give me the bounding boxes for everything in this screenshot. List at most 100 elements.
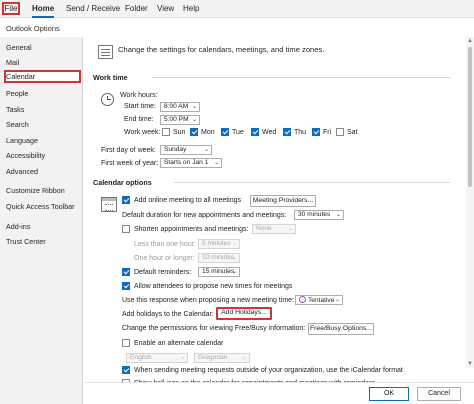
tab-folder[interactable]: Folder [125,3,148,15]
default-duration-select[interactable]: 30 minutes ⌄ [294,210,344,220]
less-than-hour-select[interactable]: 5 minutes ⌄ [198,239,240,249]
shorten-checkbox[interactable] [122,225,130,233]
start-time-value: 8:00 AM [164,103,189,110]
less-than-hour-value: 5 minutes [202,240,231,247]
nav-item-general[interactable]: General [6,41,82,54]
day-label-mon: Mon [201,129,215,136]
alt-calendar-select[interactable]: Gregorian ⌄ [194,353,250,363]
online-meeting-label: Add online meeting to all meetings [134,197,242,204]
shorten-value: None [256,225,272,232]
nav-item-tasks[interactable]: Tasks [6,103,82,116]
default-reminders-select[interactable]: 15 minutes ⌄ [198,267,240,277]
chevron-down-icon: ⌄ [231,241,237,247]
tab-view[interactable]: View [157,3,174,15]
day-checkbox-tue[interactable] [221,128,229,136]
tab-send-receive[interactable]: Send / Receive [66,3,120,15]
day-label-tue: Tue [232,129,244,136]
start-time-select[interactable]: 8:00 AM ⌄ [160,102,200,112]
nav-item-search[interactable]: Search [6,118,82,131]
scrollbar-thumb[interactable] [468,47,472,187]
chevron-down-icon: ⌄ [231,255,237,261]
day-label-thu: Thu [294,129,307,136]
allow-attendees-label: Allow attendees to propose new times for… [134,283,293,290]
nav-item-quick-access-toolbar[interactable]: Quick Access Toolbar [6,200,82,213]
tab-help[interactable]: Help [183,3,199,15]
end-time-label: End time: [124,116,154,123]
shorten-select[interactable]: None ⌄ [252,224,296,234]
chevron-down-icon: ⌄ [213,160,219,166]
work-hours-label: Work hours: [120,92,158,99]
day-label-wed: Wed [262,129,277,136]
start-time-label: Start time: [124,103,156,110]
free-busy-options-button[interactable]: Free/Busy Options... [308,323,374,335]
scroll-down-icon[interactable]: ▼ [467,361,473,367]
first-week-label: First week of year: [101,160,159,167]
tab-home[interactable]: Home [32,3,55,18]
chevron-down-icon: ⌄ [179,355,185,361]
alternate-calendar-checkbox[interactable] [122,339,130,347]
nav-item-add-ins[interactable]: Add-ins [6,220,82,233]
dialog-title: Outlook Options [6,24,60,33]
chevron-down-icon: ⌄ [231,269,237,275]
work-week-label: Work week: [124,129,161,136]
free-busy-label: Change the permissions for viewing Free/… [122,325,306,332]
cancel-button[interactable]: Cancel [417,387,461,401]
chevron-down-icon: ⌄ [335,212,341,218]
alternate-calendar-label: Enable an alternate calendar [134,340,224,347]
nav-item-calendar[interactable]: Calendar [4,70,81,83]
icalendar-checkbox[interactable] [122,366,130,374]
chevron-down-icon: ⌄ [334,297,340,303]
calendar-options-heading: Calendar options [93,178,152,187]
default-reminders-value: 15 minutes [202,268,235,275]
one-hour-select[interactable]: 10 minutes ⌄ [198,253,240,263]
add-holidays-button[interactable]: Add Holidays... [216,307,272,320]
day-checkbox-fri[interactable] [312,128,320,136]
calendar-options-panel: Change the settings for calendars, meeti… [84,37,464,404]
online-meeting-checkbox[interactable] [122,196,130,204]
ribbon: File Home Send / Receive Folder View Hel… [0,0,474,18]
chevron-down-icon: ⌄ [191,117,197,123]
use-response-select[interactable]: Tentative ⌄ [295,295,343,305]
chevron-down-icon: ⌄ [203,147,209,153]
day-checkbox-mon[interactable] [190,128,198,136]
nav-item-mail[interactable]: Mail [6,56,82,69]
icalendar-label: When sending meeting requests outside of… [134,367,403,374]
allow-attendees-checkbox[interactable] [122,282,130,290]
use-response-label: Use this response when proposing a new m… [122,297,294,304]
vertical-scrollbar[interactable]: ▲ ▼ [466,37,474,368]
end-time-value: 5:00 PM [164,116,189,123]
day-checkbox-sat[interactable] [336,128,344,136]
first-day-select[interactable]: Sunday ⌄ [160,145,212,155]
nav-item-customize-ribbon[interactable]: Customize Ribbon [6,184,82,197]
shorten-label: Shorten appointments and meetings: [134,226,249,233]
meeting-providers-button[interactable]: Meeting Providers... [250,195,316,207]
day-checkbox-sun[interactable] [162,128,170,136]
add-holidays-label: Add holidays to the Calendar: [122,311,214,318]
tab-file[interactable]: File [2,2,20,15]
day-checkbox-wed[interactable] [251,128,259,136]
alt-language-select[interactable]: English ⌄ [126,353,188,363]
day-label-sat: Sat [347,129,358,136]
nav-item-people[interactable]: People [6,87,82,100]
scroll-up-icon[interactable]: ▲ [467,38,473,44]
ok-button[interactable]: OK [369,387,409,401]
default-reminders-label: Default reminders: [134,269,192,276]
one-hour-label: One hour or longer: [134,255,195,262]
chevron-down-icon: ⌄ [191,104,197,110]
work-time-heading: Work time [93,73,128,82]
page-header-text: Change the settings for calendars, meeti… [118,45,325,54]
section-divider [174,182,450,183]
default-reminders-checkbox[interactable] [122,268,130,276]
nav-item-language[interactable]: Language [6,134,82,147]
day-checkbox-thu[interactable] [283,128,291,136]
first-week-select[interactable]: Starts on Jan 1 ⌄ [160,158,222,168]
nav-item-advanced[interactable]: Advanced [6,165,82,178]
nav-item-accessibility[interactable]: Accessibility [6,149,82,162]
alt-language-value: English [130,354,152,361]
end-time-select[interactable]: 5:00 PM ⌄ [160,115,200,125]
one-hour-value: 10 minutes [202,254,235,261]
first-day-value: Sunday [164,146,187,153]
calendar-icon [101,197,117,212]
nav-item-trust-center[interactable]: Trust Center [6,235,82,248]
default-duration-label: Default duration for new appointments an… [122,212,287,219]
